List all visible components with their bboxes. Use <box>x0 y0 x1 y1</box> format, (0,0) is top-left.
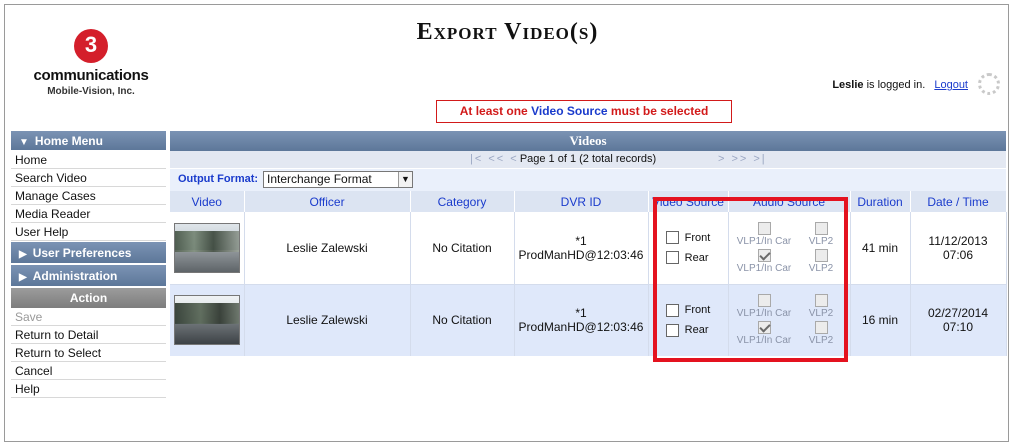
col-date-time: Date / Time <box>910 191 1007 212</box>
logo-subtitle: Mobile-Vision, Inc. <box>47 86 135 97</box>
output-format-select[interactable]: Interchange Format ▼ <box>263 171 413 188</box>
date-time-cell: 11/12/2013 07:06 <box>910 212 1007 285</box>
home-menu-header[interactable]: ▼ Home Menu <box>11 131 166 151</box>
audio-source-checkbox <box>757 294 771 308</box>
logged-in-text: is logged in. <box>866 79 926 91</box>
sidebar-item-search-video[interactable]: Search Video <box>11 169 166 187</box>
officer-cell: Leslie Zalewski <box>244 284 411 356</box>
audio-source-checkbox <box>814 248 828 262</box>
logout-link[interactable]: Logout <box>934 79 968 91</box>
video-source-rear-checkbox[interactable] <box>665 251 679 265</box>
login-info: Leslie is logged in. Logout <box>832 79 968 91</box>
output-format-row: Output Format: Interchange Format ▼ <box>170 169 1006 191</box>
officer-cell: Leslie Zalewski <box>244 212 411 285</box>
col-officer: Officer <box>244 191 411 212</box>
video-source-front-checkbox[interactable] <box>665 231 679 245</box>
sidebar-item-media-reader[interactable]: Media Reader <box>11 205 166 223</box>
col-audio-source: Audio Source <box>728 191 851 212</box>
alert-message: At least one Video Source must be select… <box>436 100 732 123</box>
dvr-id-cell: *1 ProdManHD@12:03:46 <box>514 284 649 356</box>
sidebar-item-home[interactable]: Home <box>11 151 166 169</box>
videos-header: Videos <box>170 131 1006 151</box>
audio-source-checkbox <box>757 321 771 335</box>
video-thumbnail[interactable] <box>173 295 240 346</box>
action-help[interactable]: Help <box>11 380 166 398</box>
action-save: Save <box>11 308 166 326</box>
col-duration: Duration <box>850 191 911 212</box>
audio-source-checkbox <box>814 321 828 335</box>
col-dvr-id: DVR ID <box>514 191 649 212</box>
triangle-down-icon: ▼ <box>19 137 29 148</box>
pager-info: Page 1 of 1 (2 total records) <box>519 153 657 165</box>
app-frame: 3 communications Mobile-Vision, Inc. Exp… <box>4 4 1009 442</box>
loading-spinner-icon <box>978 73 1000 95</box>
col-video-source: Video Source <box>648 191 729 212</box>
logged-in-user: Leslie <box>832 79 864 91</box>
pager: |< << < Page 1 of 1 (2 total records) > … <box>170 151 1006 169</box>
duration-cell: 16 min <box>850 284 911 356</box>
duration-cell: 41 min <box>850 212 911 285</box>
table-row: Leslie Zalewski No Citation *1 ProdManHD… <box>170 284 1007 356</box>
category-cell: No Citation <box>410 284 515 356</box>
videos-panel: Videos |< << < Page 1 of 1 (2 total reco… <box>170 131 1007 356</box>
audio-source-checkbox <box>757 221 771 235</box>
triangle-right-icon: ▶ <box>19 272 27 283</box>
dvr-id-cell: *1 ProdManHD@12:03:46 <box>514 212 649 285</box>
category-cell: No Citation <box>410 212 515 285</box>
pager-next-icons[interactable]: > >> >| <box>718 153 767 165</box>
audio-source-checkbox <box>757 248 771 262</box>
table-header-row: Video Officer Category DVR ID Video Sour… <box>170 191 1007 212</box>
audio-source-checkbox <box>814 294 828 308</box>
triangle-right-icon: ▶ <box>19 249 27 260</box>
videos-table: Video Officer Category DVR ID Video Sour… <box>170 191 1007 356</box>
page-title: Export Video(s) <box>416 19 599 45</box>
audio-source-checkbox <box>814 221 828 235</box>
action-cancel[interactable]: Cancel <box>11 362 166 380</box>
user-preferences-header[interactable]: ▶ User Preferences <box>11 242 166 264</box>
action-return-to-select[interactable]: Return to Select <box>11 344 166 362</box>
sidebar-item-manage-cases[interactable]: Manage Cases <box>11 187 166 205</box>
administration-header[interactable]: ▶ Administration <box>11 265 166 287</box>
action-header: Action <box>11 288 166 308</box>
chevron-down-icon: ▼ <box>398 172 412 187</box>
video-thumbnail[interactable] <box>173 222 240 273</box>
action-return-to-detail[interactable]: Return to Detail <box>11 326 166 344</box>
sidebar: ▼ Home Menu Home Search Video Manage Case… <box>11 131 166 398</box>
table-row: Leslie Zalewski No Citation *1 ProdManHD… <box>170 212 1007 285</box>
video-source-front-checkbox[interactable] <box>665 303 679 317</box>
col-category: Category <box>410 191 515 212</box>
output-format-label: Output Format: <box>178 173 259 185</box>
date-time-cell: 02/27/2014 07:10 <box>910 284 1007 356</box>
sidebar-item-user-help[interactable]: User Help <box>11 223 166 241</box>
logo-company-name: communications <box>33 67 149 84</box>
video-source-rear-checkbox[interactable] <box>665 323 679 337</box>
col-video: Video <box>170 191 245 212</box>
